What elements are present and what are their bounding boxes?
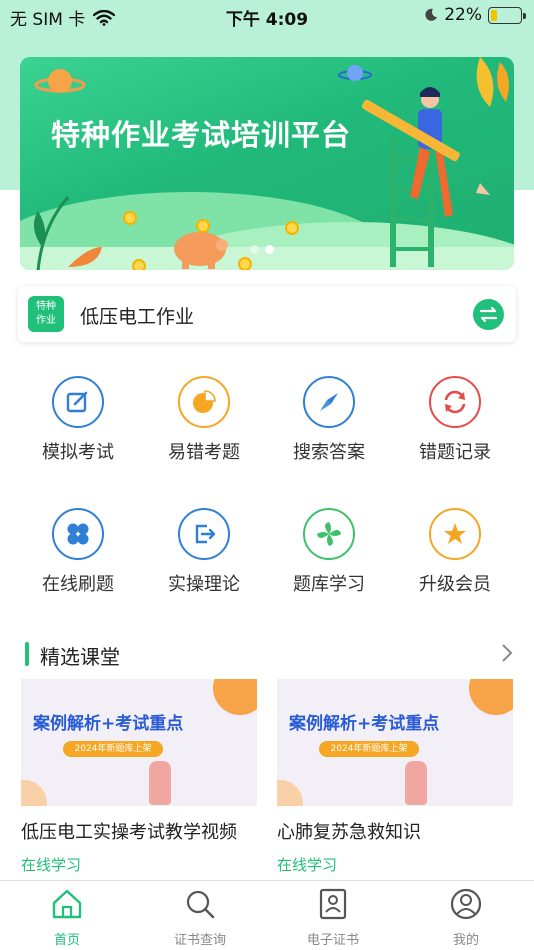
coin-icon: [285, 221, 299, 235]
tab-label: 我的: [452, 933, 479, 948]
carousel-dot[interactable]: [250, 245, 259, 254]
feature-online-practice[interactable]: 在线刷题: [13, 508, 143, 608]
section-title: 精选课堂: [40, 645, 120, 669]
course-title: 心肺复苏急救知识: [277, 822, 421, 843]
user-icon: [450, 888, 482, 920]
plant-decoration: [33, 196, 102, 270]
pie-chart-icon: [178, 376, 230, 428]
home-icon: [52, 889, 82, 919]
status-bar: 无 SIM 卡 下午 4:09 22%: [0, 0, 534, 34]
feature-wrong-record[interactable]: 错题记录: [390, 376, 520, 476]
thumb-pill: 2024年新题库上架: [63, 741, 163, 757]
switch-category-button[interactable]: [473, 299, 504, 330]
course-tag: 在线学习: [21, 856, 82, 874]
fire-extinguisher-icon: [405, 761, 427, 805]
exam-category-selector[interactable]: 特种 作业 低压电工作业: [18, 286, 516, 342]
chevron-right-icon: [502, 644, 513, 662]
section-accent-bar: [25, 642, 29, 666]
planet-icon: [34, 69, 86, 93]
tab-label: 证书查询: [173, 933, 226, 948]
feature-label: 实操理论: [168, 574, 240, 595]
bottom-tab-bar: 首页 证书查询 电子证书 我的: [0, 880, 534, 950]
selected-category: 低压电工作业: [80, 306, 195, 328]
tab-e-certificate[interactable]: 电子证书: [283, 887, 383, 948]
feature-label: 升级会员: [419, 574, 491, 595]
thumb-title: 案例解析+考试重点: [33, 714, 184, 734]
coin-icon: [123, 211, 137, 225]
section-more-button[interactable]: [500, 642, 514, 668]
category-badge: 特种 作业: [28, 296, 64, 332]
feature-label: 模拟考试: [42, 442, 114, 463]
tab-label: 首页: [53, 933, 80, 948]
search-icon: [186, 890, 215, 919]
feature-upgrade-vip[interactable]: 升级会员: [390, 508, 520, 608]
course-card[interactable]: 案例解析+考试重点 2024年新题库上架 心肺复苏急救知识 在线学习: [277, 679, 513, 875]
tab-certificate-query[interactable]: 证书查询: [150, 887, 250, 948]
status-right: 22%: [424, 5, 526, 25]
carousel-dot-active[interactable]: [265, 245, 274, 254]
feature-label: 在线刷题: [42, 574, 114, 595]
export-icon: [178, 508, 230, 560]
compass-icon: [303, 376, 355, 428]
promo-banner[interactable]: 特种作业考试培训平台: [20, 57, 514, 270]
feature-label: 题库学习: [293, 574, 365, 595]
battery-fill: [491, 9, 498, 21]
course-tag: 在线学习: [277, 856, 338, 874]
tab-label: 电子证书: [306, 933, 359, 948]
feature-mock-exam[interactable]: 模拟考试: [13, 376, 143, 476]
thumb-decoration: [469, 679, 513, 715]
carousel-dots: [250, 245, 274, 254]
badge-line-1: 特种: [36, 301, 56, 312]
thumb-pill: 2024年新题库上架: [319, 741, 419, 757]
feature-label: 搜索答案: [293, 442, 365, 463]
fire-extinguisher-icon: [149, 761, 171, 805]
thumb-title: 案例解析+考试重点: [289, 714, 440, 734]
feature-label: 错题记录: [419, 442, 491, 463]
tab-home[interactable]: 首页: [17, 887, 117, 948]
feature-search-answer[interactable]: 搜索答案: [264, 376, 394, 476]
edit-icon: [52, 376, 104, 428]
feature-practical-theory[interactable]: 实操理论: [139, 508, 269, 608]
course-card[interactable]: 案例解析+考试重点 2024年新题库上架 低压电工实操考试教学视频 在线学习: [21, 679, 257, 875]
thumb-decoration: [213, 679, 257, 715]
badge-line-2: 作业: [36, 315, 56, 326]
star-icon: [429, 508, 481, 560]
battery-percent: 22%: [444, 5, 482, 25]
course-thumbnail: 案例解析+考试重点 2024年新题库上架: [21, 679, 257, 806]
pinwheel-icon: [303, 508, 355, 560]
swap-icon: [479, 306, 498, 323]
moon-icon: [425, 8, 438, 21]
tab-mine[interactable]: 我的: [416, 887, 516, 948]
course-thumbnail: 案例解析+考试重点 2024年新题库上架: [277, 679, 513, 806]
refresh-icon: [429, 376, 481, 428]
thumb-decoration: [277, 780, 303, 806]
clover-icon: [52, 508, 104, 560]
leaf-decoration: [476, 57, 509, 107]
coin-icon: [132, 259, 146, 270]
piggy-bank-icon: [174, 232, 228, 269]
banner-title: 特种作业考试培训平台: [51, 118, 352, 152]
thumb-decoration: [21, 780, 47, 806]
battery-icon: [488, 6, 526, 24]
feature-error-prone[interactable]: 易错考题: [139, 376, 269, 476]
feature-question-bank[interactable]: 题库学习: [264, 508, 394, 608]
certificate-icon: [319, 888, 347, 920]
feature-label: 易错考题: [168, 442, 240, 463]
coin-icon: [238, 257, 252, 270]
course-title: 低压电工实操考试教学视频: [21, 822, 237, 843]
